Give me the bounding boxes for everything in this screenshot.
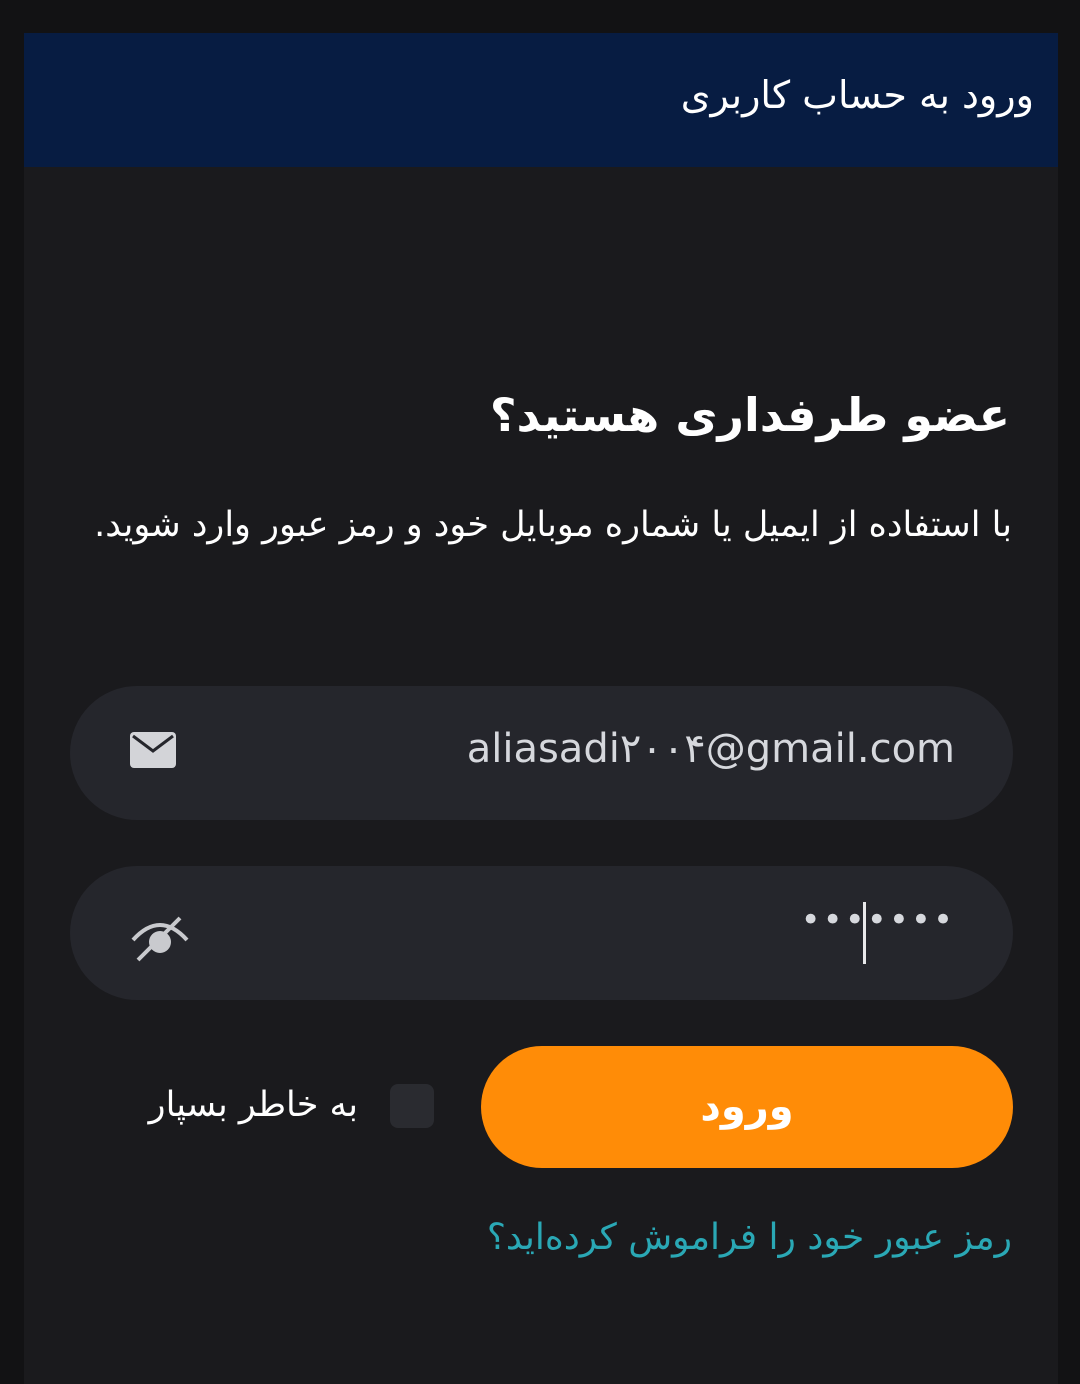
email-value: aliasadi۲۰۰۴@gmail.com (466, 726, 955, 772)
login-instructions: با استفاده از ایمیل یا شماره موبایل خود … (94, 505, 1012, 545)
header-title: ورود به حساب کاربری (680, 73, 1034, 117)
login-panel: ورود به حساب کاربری عضو طرفداری هستید؟ ب… (24, 33, 1058, 1384)
mail-icon (130, 732, 180, 774)
remember-me-checkbox[interactable] (390, 1084, 434, 1128)
page-heading: عضو طرفداری هستید؟ (489, 388, 1010, 442)
password-field[interactable]: ••••••• (70, 866, 1013, 1000)
login-button[interactable]: ورود (481, 1046, 1013, 1168)
password-value: ••••••• (800, 900, 955, 940)
app-header: ورود به حساب کاربری (24, 33, 1058, 167)
eye-off-icon[interactable] (130, 912, 189, 962)
remember-me-label[interactable]: به خاطر بسپار (149, 1085, 358, 1125)
email-field[interactable]: aliasadi۲۰۰۴@gmail.com (70, 686, 1013, 820)
forgot-password-link[interactable]: رمز عبور خود را فراموش کرده‌اید؟ (487, 1217, 1012, 1258)
